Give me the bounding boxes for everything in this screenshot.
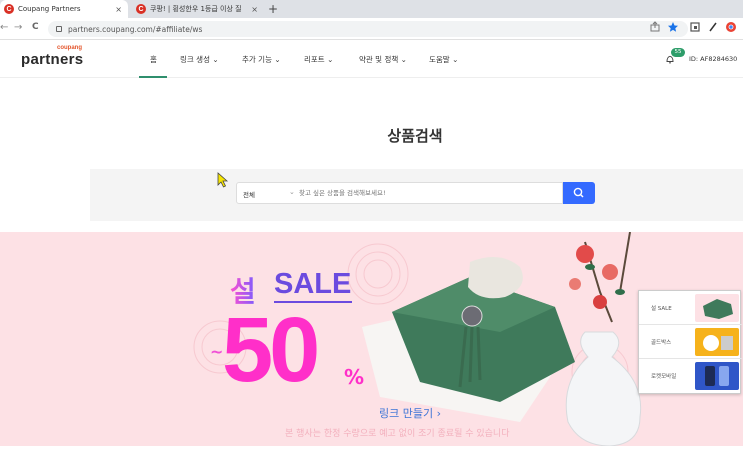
- thumbnail-image: [695, 294, 739, 322]
- tab-coupang-product[interactable]: C 쿠팡! | 횡성한우 1등급 이상 질 ×: [132, 0, 264, 18]
- active-nav-underline: [139, 76, 167, 78]
- browser-tab-strip: C Coupang Partners × C 쿠팡! | 횡성한우 1등급 이상…: [0, 0, 743, 18]
- promo-banner[interactable]: 설 SALE ~ 50 % 링크 만들기 › 본 행사는 한정 수량으로 예고 …: [0, 232, 743, 446]
- search-button[interactable]: [563, 182, 595, 204]
- notification-count-badge: 55: [671, 48, 685, 57]
- site-header: coupang partners 홈 링크 생성 ⌄ 추가 기능 ⌄ 리포트 ⌄…: [0, 40, 743, 78]
- url-text: partners.coupang.com/#affiliate/ws: [68, 24, 203, 34]
- forward-button[interactable]: →: [14, 22, 22, 33]
- thumbnail-seol-sale[interactable]: 설 SALE: [639, 291, 742, 325]
- discount-percent: 50: [222, 299, 320, 401]
- nav-home[interactable]: 홈: [150, 54, 157, 65]
- nav-terms-policy[interactable]: 약관 및 정책 ⌄: [359, 54, 407, 65]
- chevron-right-icon: ›: [433, 407, 442, 420]
- percent-sign: %: [344, 365, 365, 389]
- chevron-down-icon: ⌄: [449, 55, 459, 64]
- pen-extension-icon[interactable]: [707, 21, 719, 33]
- thumbnail-label: 골드박스: [651, 339, 672, 346]
- chevron-down-icon[interactable]: ⌄: [289, 188, 295, 196]
- tab-title: Coupang Partners: [18, 5, 81, 13]
- search-box: 전체 ⌄: [236, 182, 563, 204]
- close-tab-icon[interactable]: ×: [115, 5, 122, 14]
- share-icon[interactable]: [649, 21, 661, 33]
- thumbnail-label: 설 SALE: [651, 305, 672, 312]
- bookmark-star-icon[interactable]: [667, 21, 679, 33]
- chevron-down-icon: ⌄: [324, 55, 334, 64]
- tab-coupang-partners[interactable]: C Coupang Partners ×: [0, 0, 128, 18]
- nav-report[interactable]: 리포트 ⌄: [304, 54, 333, 65]
- user-id[interactable]: ID: AF8284630: [689, 55, 737, 63]
- chevron-down-icon: ⌄: [209, 55, 219, 64]
- coupang-favicon-icon: C: [136, 4, 146, 14]
- browser-toolbar: ← → C partners.coupang.com/#affiliate/ws: [0, 18, 743, 40]
- thumbnail-image: [695, 362, 739, 390]
- close-tab-icon[interactable]: ×: [251, 5, 258, 14]
- category-select[interactable]: 전체: [243, 189, 255, 199]
- thumbnail-image: [695, 328, 739, 356]
- nav-label: 약관 및 정책: [359, 55, 399, 64]
- banner-notice: 본 행사는 한정 수량으로 예고 없이 조기 종료될 수 있습니다: [285, 429, 510, 439]
- sale-text: SALE: [274, 268, 352, 300]
- extension-icon[interactable]: [689, 21, 701, 33]
- nav-label: 추가 기능: [242, 55, 272, 64]
- coupang-favicon-icon: C: [4, 4, 14, 14]
- create-link-label: 링크 만들기: [379, 407, 434, 420]
- nav-label: 링크 생성: [180, 55, 210, 64]
- nav-help[interactable]: 도움말 ⌄: [429, 54, 458, 65]
- nav-label: 도움말: [429, 55, 450, 64]
- banner-illustration: [193, 232, 642, 446]
- partners-logo[interactable]: partners: [21, 51, 83, 68]
- lock-icon: [56, 26, 62, 32]
- chevron-down-icon: ⌄: [271, 55, 281, 64]
- nav-link-create[interactable]: 링크 생성 ⌄: [180, 54, 219, 65]
- chevron-down-icon: ⌄: [398, 55, 407, 64]
- thumbnail-rocket-mobile[interactable]: 로켓모바일: [639, 359, 742, 393]
- nav-label: 리포트: [304, 55, 325, 64]
- nav-extra-features[interactable]: 추가 기능 ⌄: [242, 54, 281, 65]
- reload-button[interactable]: C: [32, 22, 39, 32]
- banner-thumbnail-list: 설 SALE 골드박스 로켓모바일: [638, 290, 742, 394]
- address-bar[interactable]: partners.coupang.com/#affiliate/ws: [48, 21, 688, 37]
- search-icon: [573, 187, 584, 198]
- search-input[interactable]: [299, 183, 559, 203]
- tab-title: 쿠팡! | 횡성한우 1등급 이상 질: [150, 5, 242, 13]
- thumbnail-label: 로켓모바일: [651, 374, 677, 380]
- mouse-cursor-icon: [217, 172, 229, 188]
- page-title: 상품검색: [387, 127, 443, 145]
- create-link-button[interactable]: 링크 만들기 ›: [379, 405, 441, 421]
- chrome-profile-icon[interactable]: [725, 21, 737, 33]
- thumbnail-goldbox[interactable]: 골드박스: [639, 325, 742, 359]
- new-tab-button[interactable]: +: [268, 2, 278, 16]
- back-button[interactable]: ←: [0, 22, 8, 33]
